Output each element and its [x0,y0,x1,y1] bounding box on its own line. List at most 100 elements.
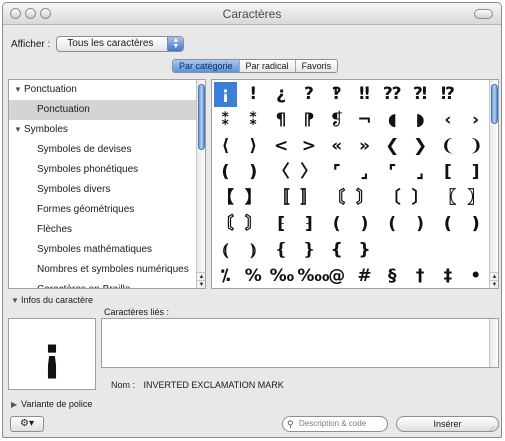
category-scrollbar[interactable]: ▲ ▼ [196,80,205,288]
character-cell[interactable]: % [242,264,265,288]
character-cell[interactable]: 〉 [297,160,320,185]
character-cell[interactable]: ⌟ [409,160,432,185]
tab-by-category[interactable]: Par catégorie [173,60,240,72]
character-cell[interactable]: > [297,134,320,159]
character-cell[interactable]: 〛 [297,186,320,211]
character-cell[interactable]: ‹ [436,108,459,133]
character-cell[interactable] [409,238,432,263]
category-item-braille[interactable]: Caractères en Braille [9,280,199,288]
character-cell[interactable]: ) [409,212,432,237]
category-item-math[interactable]: Symboles mathématiques [9,240,199,260]
scroll-down-icon[interactable]: ▼ [490,280,498,288]
character-cell[interactable]: # [353,264,376,288]
character-cell[interactable]: ¿ [270,82,293,107]
character-cell[interactable]: 【 [214,186,237,211]
character-cell[interactable]: @ [325,264,348,288]
character-cell[interactable]: ( [381,212,404,237]
character-cell[interactable]: 】 [242,186,265,211]
resize-grip-icon[interactable]: ⟋ [489,425,499,435]
character-cell[interactable]: ⁉ [436,82,459,107]
character-cell[interactable]: » [353,134,376,159]
character-cell[interactable]: ? [297,82,320,107]
character-cell[interactable]: ⌜ [381,160,404,185]
scroll-up-icon[interactable]: ▲ [490,272,498,280]
character-cell[interactable]: ⁋ [297,108,320,133]
character-cell[interactable] [381,238,404,263]
character-cell[interactable]: } [353,238,376,263]
character-cell[interactable]: [ [436,160,459,185]
category-item-currency[interactable]: Symboles de devises [9,140,199,160]
character-cell[interactable]: « [325,134,348,159]
character-cell[interactable]: ! [242,82,265,107]
toolbar-toggle-button[interactable] [474,9,493,19]
character-cell[interactable]: 〗 [464,186,487,211]
disclosure-triangle-right-icon[interactable]: ▶ [11,400,21,409]
character-cell[interactable]: ⟩ [242,134,265,159]
character-cell[interactable]: ‽ [325,82,348,107]
character-cell[interactable]: 〘 [214,212,237,237]
font-variation-disclosure[interactable]: ▶ Variante de police [11,399,92,409]
category-item-misc[interactable]: Symboles divers [9,180,199,200]
category-item-arrows[interactable]: Flèches [9,220,199,240]
character-cell[interactable]: ❫ [242,160,265,185]
character-cell[interactable]: 〈 [270,160,293,185]
character-cell[interactable]: ⦅ [214,238,237,263]
character-cell[interactable]: ⁒ [214,264,237,288]
character-cell[interactable]: ❯ [409,134,432,159]
character-cell[interactable]: ( [325,212,348,237]
character-cell-selected[interactable]: ¡ [214,82,237,107]
character-cell[interactable]: ] [464,160,487,185]
character-cell[interactable] [464,82,487,107]
character-cell[interactable]: 〘 [325,186,348,211]
disclosure-triangle-icon[interactable]: ▼ [14,80,24,100]
category-item-phonetic[interactable]: Symboles phonétiques [9,160,199,180]
character-cell[interactable]: ) [353,212,376,237]
character-cell[interactable]: ⌟ [353,160,376,185]
character-cell[interactable]: 〚 [270,186,293,211]
character-cell[interactable]: ⁆ [297,212,320,237]
character-cell[interactable]: ¶ [270,108,293,133]
category-item-punctuation[interactable]: Ponctuation [9,100,199,120]
character-cell[interactable]: ¬ [353,108,376,133]
character-cell[interactable]: ⁑ [214,108,237,133]
scroll-up-icon[interactable]: ▲ [197,272,205,280]
character-cell[interactable]: › [464,108,487,133]
character-info-disclosure[interactable]: ▼ Infos du caractère [11,295,93,305]
tab-favorites[interactable]: Favoris [295,60,338,72]
character-scroll-thumb[interactable] [491,84,498,124]
related-scrollbar[interactable] [489,319,498,367]
disclosure-triangle-icon[interactable]: ▼ [11,296,21,305]
character-cell[interactable]: ❵ [297,238,320,263]
character-cell[interactable]: ❴ [270,238,293,263]
character-cell[interactable]: 〔 [381,186,404,211]
character-cell[interactable]: ⁅ [270,212,293,237]
character-cell[interactable]: ⁈ [409,82,432,107]
character-cell[interactable]: ⁑ [242,108,265,133]
character-cell[interactable]: < [270,134,293,159]
insert-button[interactable]: Insérer [396,416,499,432]
action-gear-button[interactable]: ⚙▾ [10,416,44,432]
character-cell[interactable]: 〙 [242,212,265,237]
character-cell[interactable] [464,238,487,263]
character-cell[interactable]: ◖ [381,108,404,133]
character-cell[interactable]: ❩ [464,134,487,159]
character-cell[interactable]: 〖 [436,186,459,211]
character-cell[interactable]: 〕 [409,186,432,211]
character-cell[interactable]: ❨ [436,134,459,159]
character-cell[interactable]: ‡ [436,264,459,288]
character-cell[interactable]: † [409,264,432,288]
character-cell[interactable]: ❮ [381,134,404,159]
character-cell[interactable]: ❪ [436,212,459,237]
character-cell[interactable]: ◗ [409,108,432,133]
character-cell[interactable] [436,238,459,263]
tab-by-radical[interactable]: Par radical [239,60,296,72]
character-cell[interactable]: ❪ [214,160,237,185]
character-cell[interactable]: ‼ [353,82,376,107]
related-characters-box[interactable] [101,318,499,368]
category-item-numbers[interactable]: Nombres et symboles numériques [9,260,199,280]
character-cell[interactable]: ‰ [270,264,294,288]
search-field[interactable]: ⚲ Description & code [282,416,388,432]
character-cell[interactable]: { [325,238,348,263]
category-group-punctuation[interactable]: ▼ Ponctuation [9,80,199,100]
scroll-down-icon[interactable]: ▼ [197,280,205,288]
